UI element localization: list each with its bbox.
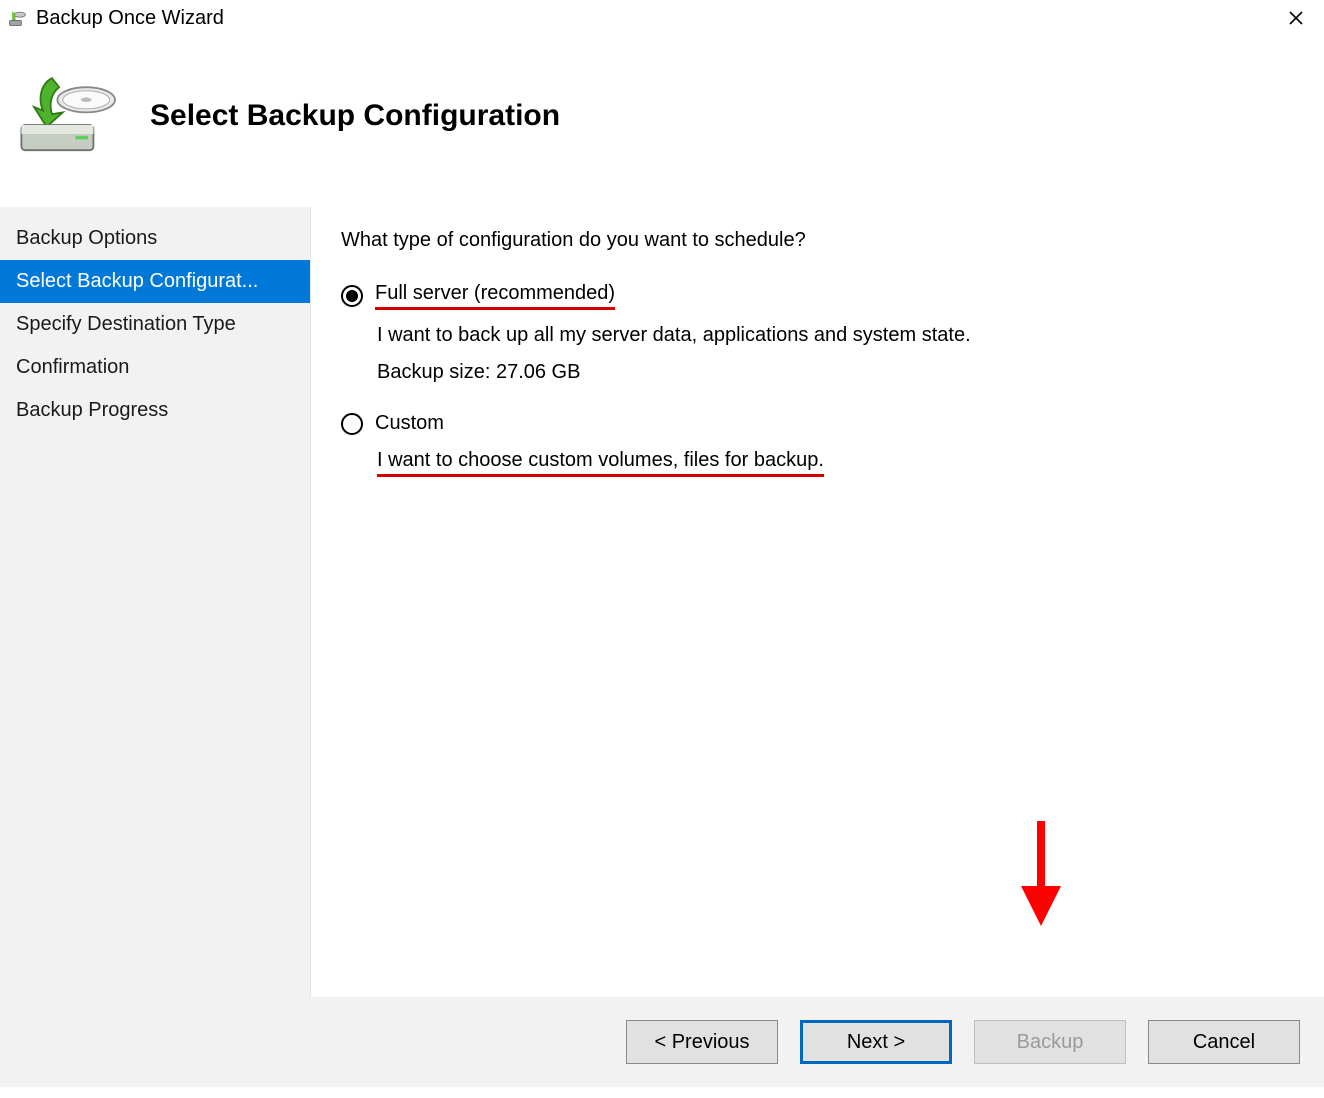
window-title: Backup Once Wizard	[36, 7, 224, 30]
option-full-server-size: Backup size: 27.06 GB	[377, 361, 1294, 384]
option-custom: Custom I want to choose custom volumes, …	[341, 412, 1294, 477]
wizard-footer: < Previous Next > Backup Cancel	[0, 997, 1324, 1087]
previous-button[interactable]: < Previous	[626, 1020, 778, 1064]
wizard-steps-sidebar: Backup Options Select Backup Configurat.…	[0, 207, 310, 997]
step-backup-options[interactable]: Backup Options	[0, 217, 310, 260]
configuration-question: What type of configuration do you want t…	[341, 229, 1294, 252]
option-custom-label[interactable]: Custom	[375, 412, 444, 435]
option-custom-description: I want to choose custom volumes, files f…	[377, 449, 824, 477]
step-confirmation[interactable]: Confirmation	[0, 346, 310, 389]
radio-full-server[interactable]	[341, 285, 363, 307]
cancel-button[interactable]: Cancel	[1148, 1020, 1300, 1064]
close-button[interactable]	[1276, 4, 1316, 32]
backup-button: Backup	[974, 1020, 1126, 1064]
next-button[interactable]: Next >	[800, 1020, 952, 1064]
wizard-header: Select Backup Configuration	[0, 36, 1324, 206]
titlebar: Backup Once Wizard	[0, 0, 1324, 36]
radio-dot-icon	[346, 290, 358, 302]
option-full-server-label[interactable]: Full server (recommended)	[375, 282, 615, 310]
step-specify-destination-type[interactable]: Specify Destination Type	[0, 303, 310, 346]
step-backup-progress[interactable]: Backup Progress	[0, 389, 310, 432]
step-select-backup-configuration[interactable]: Select Backup Configurat...	[0, 260, 310, 303]
page-heading: Select Backup Configuration	[150, 99, 560, 133]
wizard-body: Backup Options Select Backup Configurat.…	[0, 206, 1324, 997]
wizard-content: What type of configuration do you want t…	[310, 207, 1324, 997]
backup-wizard-icon	[10, 66, 130, 166]
app-icon	[8, 8, 28, 28]
option-full-server-description: I want to back up all my server data, ap…	[377, 324, 1294, 347]
radio-custom[interactable]	[341, 413, 363, 435]
annotation-arrow-icon	[1011, 821, 1071, 936]
option-full-server: Full server (recommended) I want to back…	[341, 282, 1294, 384]
